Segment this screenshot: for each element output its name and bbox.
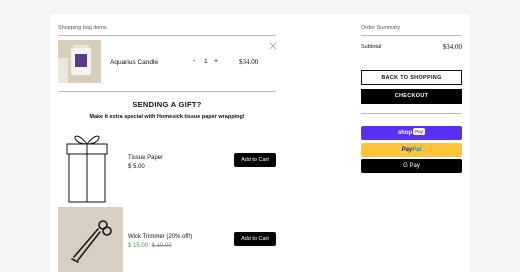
shop-pay-button[interactable]: shop Pay xyxy=(361,126,462,140)
qty-value: 1 xyxy=(204,58,208,65)
jar-label xyxy=(75,54,87,67)
divider xyxy=(58,91,276,92)
gift-box-icon xyxy=(66,135,108,203)
divider xyxy=(361,113,462,114)
paypal-button[interactable]: PayPal xyxy=(361,143,462,157)
cart-panel: Shopping bag items Aquarius Candle - 1 +… xyxy=(50,14,470,272)
wick-trimmer-prices: $ 15.00 $ 19.00 xyxy=(128,243,172,249)
add-wick-trimmer-button[interactable]: Add to Cart xyxy=(234,232,276,246)
checkout-button[interactable]: CHECKOUT xyxy=(361,89,462,104)
wick-trimmer-icon xyxy=(71,220,112,263)
tissue-paper-price: $ 5.00 xyxy=(128,164,145,170)
subtotal-label: Subtotal xyxy=(361,44,382,50)
close-icon[interactable] xyxy=(269,42,277,50)
wick-trimmer-image[interactable] xyxy=(58,207,123,272)
paypal-pay-text: Pay xyxy=(401,147,413,153)
tissue-paper-name: Tissue Paper xyxy=(128,155,164,161)
wick-trimmer-name: Wick Trimmer (20% off!) xyxy=(128,234,193,240)
bag-title: Shopping bag items xyxy=(58,25,107,31)
gift-subheading: Make it extra special with Homesick tiss… xyxy=(89,114,245,120)
original-price: $ 19.00 xyxy=(151,243,172,249)
box-shape xyxy=(58,58,68,83)
qty-decrease-button[interactable]: - xyxy=(193,58,195,65)
subtotal-value: $34.00 xyxy=(442,43,462,51)
candle-image[interactable] xyxy=(58,40,101,83)
back-to-shopping-button[interactable]: BACK TO SHOPPING xyxy=(361,70,462,85)
add-tissue-button[interactable]: Add to Cart xyxy=(234,153,276,167)
item-name[interactable]: Aquarius Candle xyxy=(110,59,158,66)
google-pay-button[interactable]: G Pay xyxy=(361,159,462,173)
sale-price: $ 15.00 xyxy=(128,243,149,249)
summary-title: Order Summary xyxy=(361,25,401,31)
divider xyxy=(361,35,462,36)
item-price: $34.00 xyxy=(239,58,259,66)
shop-pay-text: shop xyxy=(397,130,413,136)
qty-increase-button[interactable]: + xyxy=(214,58,218,65)
paypal-pal-text: Pal xyxy=(412,147,422,153)
divider xyxy=(58,35,276,36)
gift-heading: SENDING A GIFT? xyxy=(132,100,202,109)
shop-pay-badge: Pay xyxy=(413,128,426,135)
